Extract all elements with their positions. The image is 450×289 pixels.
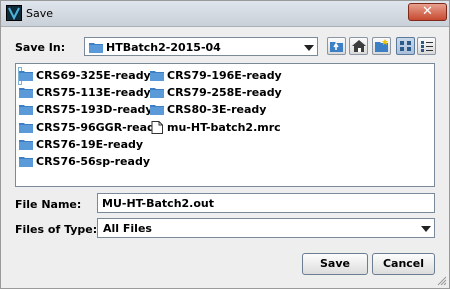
title-bar[interactable]: Save ✕ <box>1 1 449 27</box>
file-name-value: MU-HT-Batch2.out <box>102 197 214 210</box>
up-one-level-button[interactable] <box>327 37 346 55</box>
folder-icon <box>19 105 33 115</box>
folder-icon <box>19 71 33 81</box>
file-name: CRS76-56sp-ready <box>36 155 150 168</box>
new-folder-icon <box>375 39 388 52</box>
new-folder-button[interactable] <box>372 37 391 55</box>
folder-icon <box>89 43 103 53</box>
file-list[interactable]: CRS69-325E-ready CRS75-113E-ready CRS75-… <box>15 63 435 187</box>
files-of-type-value: All Files <box>103 222 152 235</box>
file-name-label: File Name: <box>15 198 82 211</box>
folder-icon <box>19 157 33 167</box>
list-item[interactable]: CRS76-56sp-ready <box>19 154 150 170</box>
files-of-type-label: Files of Type: <box>15 223 98 236</box>
list-item[interactable]: CRS69-325E-ready <box>18 67 151 85</box>
save-button[interactable]: Save <box>302 253 368 275</box>
file-name: CRS80-3E-ready <box>167 103 267 116</box>
cancel-button[interactable]: Cancel <box>372 253 435 275</box>
chevron-down-icon[interactable] <box>304 45 314 51</box>
file-name: CRS79-258E-ready <box>167 86 282 99</box>
list-item[interactable]: CRS79-258E-ready <box>150 85 282 101</box>
save-in-value: HTBatch2-2015-04 <box>106 41 221 54</box>
resize-grip-icon[interactable] <box>437 276 447 286</box>
file-name: CRS79-196E-ready <box>167 69 282 82</box>
file-name-field[interactable]: MU-HT-Batch2.out <box>97 193 435 213</box>
file-name: CRS75-113E-ready <box>36 86 151 99</box>
folder-icon <box>150 88 164 98</box>
up-one-level-icon <box>330 42 343 52</box>
file-name: CRS69-325E-ready <box>36 69 151 82</box>
list-view-button[interactable] <box>396 37 415 55</box>
file-name: CRS76-19E-ready <box>36 138 144 151</box>
file-name: CRS75-193D-ready <box>36 103 153 116</box>
list-item[interactable]: CRS75-193D-ready <box>19 102 153 118</box>
list-item[interactable]: CRS79-196E-ready <box>150 68 282 84</box>
folder-icon <box>19 140 33 150</box>
document-icon <box>151 121 163 134</box>
list-item[interactable]: CRS75-113E-ready <box>19 85 151 101</box>
home-icon <box>352 40 366 52</box>
list-item[interactable]: CRS75-96GGR-ready <box>19 120 162 136</box>
details-view-button[interactable] <box>417 37 436 55</box>
folder-icon <box>19 123 33 133</box>
save-in-label: Save In: <box>15 41 66 54</box>
folder-icon <box>150 71 164 81</box>
chevron-down-icon[interactable] <box>421 226 431 232</box>
app-icon <box>6 5 22 21</box>
file-name: CRS75-96GGR-ready <box>36 121 163 134</box>
folder-icon <box>150 105 164 115</box>
list-item[interactable]: mu-HT-batch2.mrc <box>150 120 281 136</box>
save-dialog: Save ✕ Save In: HTBatch2-2015-04 CRS69-3… <box>0 0 450 289</box>
close-button[interactable]: ✕ <box>408 3 447 21</box>
home-button[interactable] <box>349 37 368 55</box>
window-title: Save <box>26 7 54 20</box>
files-of-type-combo[interactable]: All Files <box>97 218 435 238</box>
file-name: mu-HT-batch2.mrc <box>167 121 281 134</box>
list-view-icon <box>400 41 411 51</box>
list-item[interactable]: CRS80-3E-ready <box>150 102 266 118</box>
folder-icon <box>19 88 33 98</box>
save-in-combo[interactable]: HTBatch2-2015-04 <box>84 37 318 56</box>
list-item[interactable]: CRS76-19E-ready <box>19 137 143 153</box>
details-view-icon <box>421 41 433 52</box>
